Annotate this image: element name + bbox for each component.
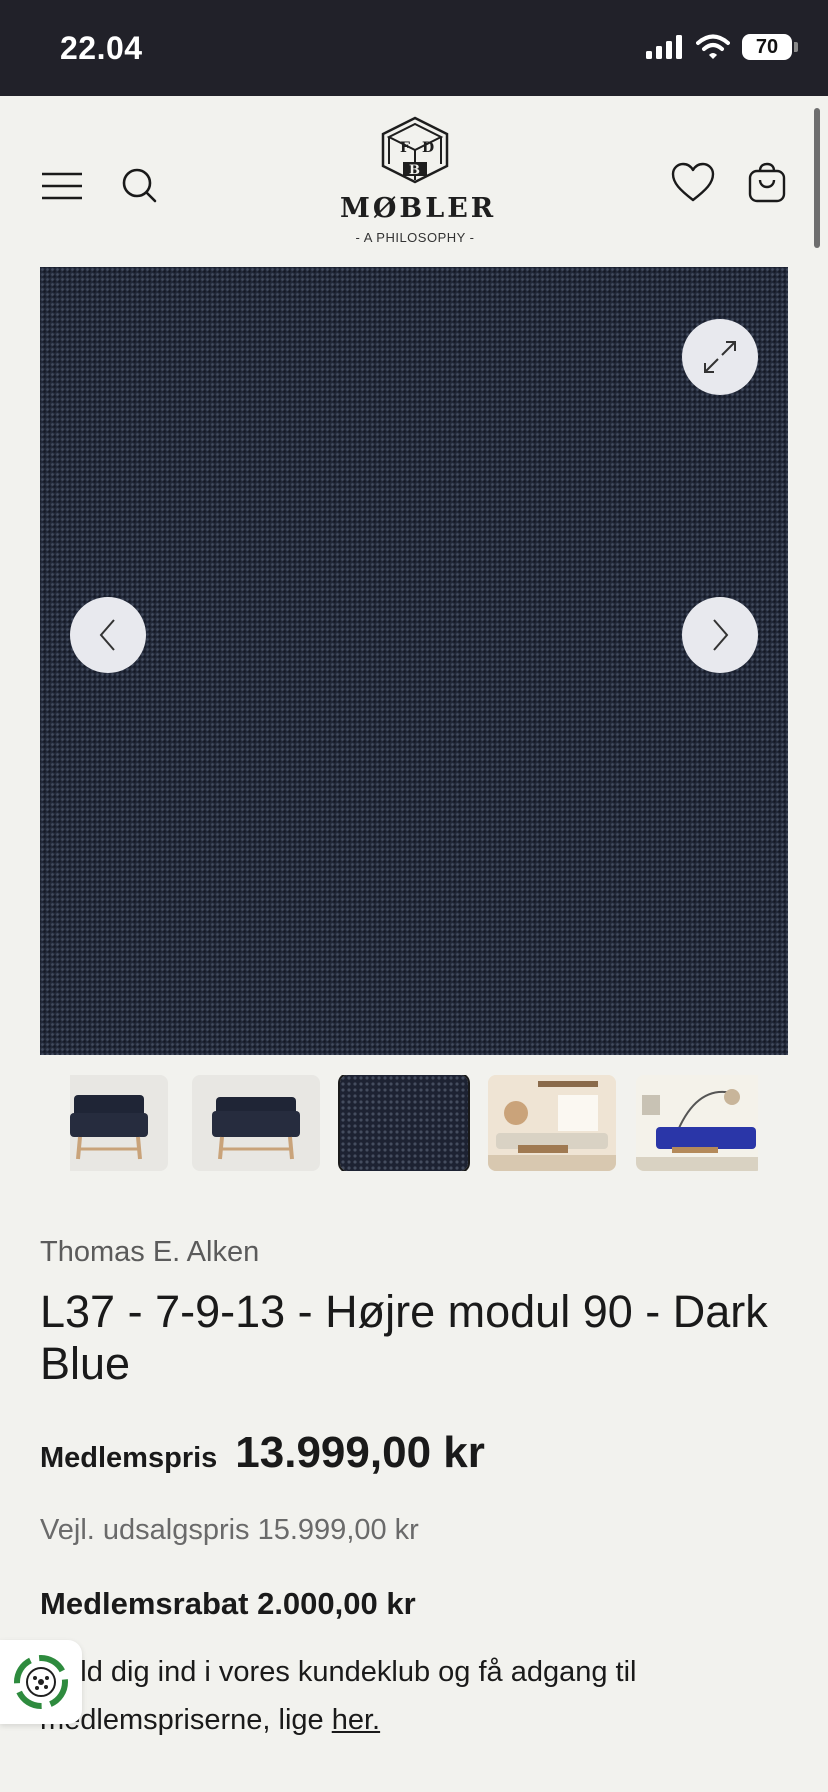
- product-brand[interactable]: Thomas E. Alken: [40, 1236, 259, 1269]
- status-icons: 70: [646, 34, 798, 60]
- club-signup-text: Meld dig ind i vores kundeklub og få adg…: [40, 1648, 780, 1744]
- thumbnail-chair-back[interactable]: [192, 1075, 320, 1171]
- cart-button[interactable]: [742, 158, 792, 208]
- svg-text:D: D: [422, 140, 434, 156]
- member-price: 13.999,00 kr: [235, 1428, 485, 1477]
- thumbnail-fabric-swatch[interactable]: [338, 1075, 470, 1171]
- heart-icon: [671, 162, 715, 202]
- logo-tagline: - A PHILOSOPHY -: [355, 230, 475, 245]
- thumbnail-chair-front[interactable]: [70, 1075, 168, 1171]
- logo-wordmark: MØBLER: [340, 193, 497, 224]
- logo-emblem: F D B: [381, 116, 449, 184]
- trust-badge[interactable]: [0, 1640, 82, 1724]
- product-main-image[interactable]: [40, 267, 788, 1055]
- status-bar: 22.04 70: [0, 0, 828, 96]
- battery-level: 70: [755, 35, 779, 58]
- site-logo[interactable]: F D B MØBLER - A PHILOSOPHY -: [340, 116, 497, 245]
- hamburger-icon: [42, 172, 82, 200]
- thumbnail-strip: [70, 1075, 758, 1171]
- search-button[interactable]: [116, 162, 164, 210]
- wifi-icon: [696, 34, 730, 59]
- status-time: 22.04: [60, 30, 143, 66]
- shopping-bag-icon: [748, 162, 786, 203]
- expand-icon: [704, 341, 736, 373]
- member-price-label: Medlemspris: [40, 1442, 218, 1474]
- search-icon: [122, 168, 157, 203]
- member-price-row: Medlemspris 13.999,00 kr: [40, 1428, 485, 1478]
- signup-link[interactable]: her.: [332, 1704, 380, 1736]
- scroll-indicator[interactable]: [814, 108, 820, 248]
- battery-icon: 70: [742, 34, 798, 60]
- member-discount: Medlemsrabat 2.000,00 kr: [40, 1586, 416, 1621]
- thumbnail-living-room[interactable]: [488, 1075, 616, 1171]
- chevron-right-icon: [713, 619, 729, 651]
- svg-text:B: B: [409, 163, 420, 178]
- recommended-retail-price: Vejl. udsalgspris 15.999,00 kr: [40, 1514, 419, 1546]
- product-title: L37 - 7-9-13 - Højre modul 90 - Dark Blu…: [40, 1286, 768, 1389]
- site-header: F D B MØBLER - A PHILOSOPHY -: [0, 96, 828, 264]
- chevron-left-icon: [99, 619, 115, 651]
- thumbnail-blue-sofa-room[interactable]: [636, 1075, 758, 1171]
- next-image-button[interactable]: [682, 597, 758, 673]
- signal-icon: [646, 35, 682, 59]
- wishlist-button[interactable]: [668, 158, 718, 208]
- fullscreen-button[interactable]: [682, 319, 758, 395]
- svg-text:F: F: [400, 140, 410, 156]
- previous-image-button[interactable]: [70, 597, 146, 673]
- menu-button[interactable]: [38, 162, 86, 210]
- certification-badge-icon: [14, 1655, 68, 1709]
